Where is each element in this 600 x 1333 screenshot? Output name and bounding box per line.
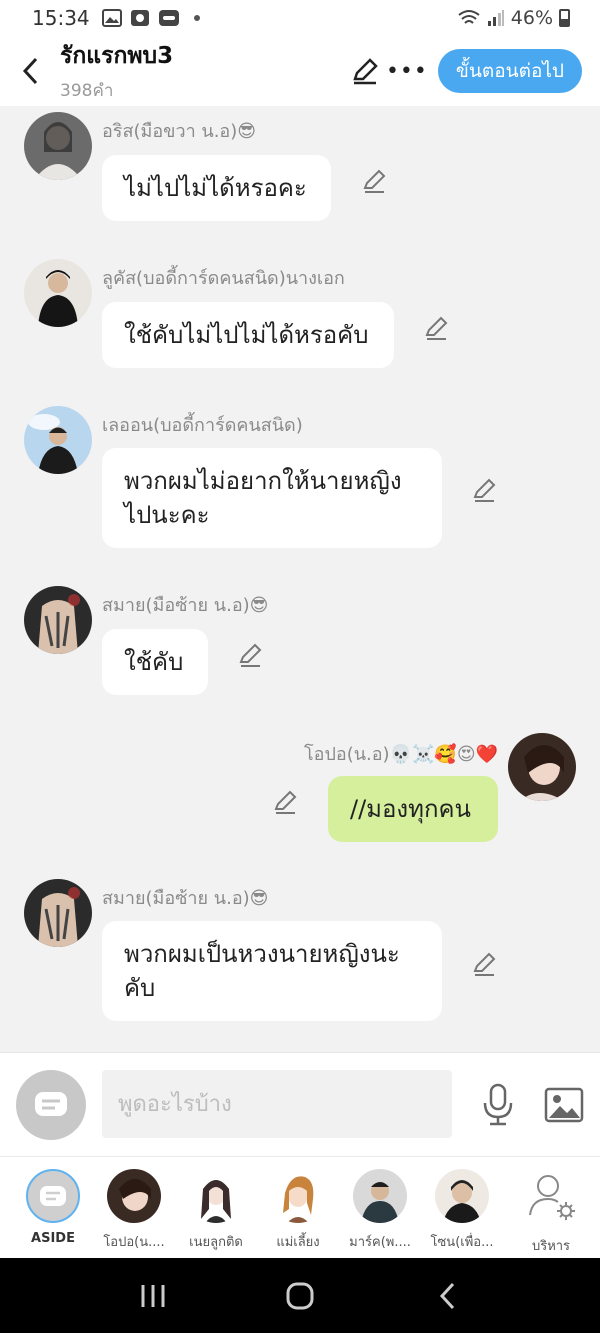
sender-name: สมาย(มือซ้าย น.อ)😎	[102, 595, 269, 616]
wifi-icon	[458, 10, 480, 24]
battery-percent: 46%	[510, 7, 553, 29]
avatar[interactable]	[24, 259, 92, 327]
character-item[interactable]: แม่เลี้ยง	[262, 1165, 334, 1252]
character-avatar	[271, 1169, 325, 1223]
image-upload-icon[interactable]	[544, 1085, 584, 1125]
avatar[interactable]	[24, 879, 92, 947]
edit-message-icon[interactable]	[472, 477, 498, 503]
character-item[interactable]: มาร์ค(พ....	[344, 1165, 416, 1252]
status-bar: 15:34 46%	[0, 0, 600, 36]
sender-name: โอปอ(น.อ)💀☠️🥰😍❤️	[303, 744, 498, 765]
character-name: โซน(เพื่อ...	[430, 1235, 494, 1250]
character-avatar	[435, 1169, 489, 1223]
edit-message-icon[interactable]	[238, 642, 264, 668]
manage-user-icon	[529, 1175, 575, 1220]
input-bar	[0, 1052, 600, 1156]
signal-icon	[487, 10, 504, 26]
sender-name: เลออน(บอดี้การ์ดคนสนิด)	[102, 415, 303, 436]
home-icon[interactable]	[270, 1266, 330, 1326]
camera-icon	[130, 10, 149, 26]
edit-message-icon[interactable]	[424, 315, 450, 341]
word-count: 398คำ	[60, 81, 114, 101]
avatar[interactable]	[24, 586, 92, 654]
lazada-icon	[158, 10, 179, 26]
status-right: 46%	[457, 7, 570, 29]
character-avatar	[353, 1169, 407, 1223]
character-name: โอปอ(น....	[103, 1235, 165, 1250]
message-bubble[interactable]: ใช้คับ	[102, 629, 208, 695]
avatar[interactable]	[508, 733, 576, 801]
character-name: แม่เลี้ยง	[276, 1235, 320, 1250]
chat-bubble-icon	[35, 1092, 67, 1116]
edit-message-icon[interactable]	[273, 789, 299, 815]
message-bubble[interactable]: //มองทุกคน	[328, 776, 498, 842]
system-nav-bar	[0, 1258, 600, 1333]
character-item[interactable]: โซน(เพื่อ...	[426, 1165, 498, 1252]
sender-name: อริส(มือขวา น.อ)😎	[102, 121, 257, 142]
character-name: เนยลูกติด	[189, 1235, 243, 1250]
manage-characters[interactable]: บริหาร	[515, 1165, 587, 1256]
battery-icon	[559, 9, 570, 27]
message-input[interactable]	[102, 1070, 452, 1138]
message-bubble[interactable]: พวกผมไม่อยากให้นายหญิงไปนะคะ	[102, 448, 442, 548]
character-bar: ASIDE โอปอ(น.... เนยลูกติด แม่เลี้ยง มาร…	[0, 1156, 600, 1258]
avatar[interactable]	[24, 406, 92, 474]
character-aside[interactable]: ASIDE	[17, 1165, 89, 1246]
recent-apps-icon[interactable]	[123, 1266, 183, 1326]
character-item[interactable]: โอปอ(น....	[98, 1165, 170, 1252]
sender-name: สมาย(มือซ้าย น.อ)😎	[102, 888, 269, 909]
system-back-icon[interactable]	[417, 1266, 477, 1326]
character-name: มาร์ค(พ....	[349, 1235, 411, 1250]
avatar[interactable]	[24, 112, 92, 180]
back-arrow-icon[interactable]	[0, 36, 60, 106]
story-title: รักแรกพบ3	[60, 43, 174, 69]
image-icon	[101, 9, 122, 27]
edit-message-icon[interactable]	[472, 951, 498, 977]
character-name: ASIDE	[31, 1231, 75, 1246]
aside-avatar	[26, 1169, 80, 1223]
character-item[interactable]: เนยลูกติด	[180, 1165, 252, 1252]
message-bubble[interactable]: พวกผมเป็นหวงนายหญิงนะคับ	[102, 921, 442, 1021]
chat-bubble-icon	[40, 1186, 66, 1206]
character-avatar	[189, 1169, 243, 1223]
chat-area[interactable]: อริส(มือขวา น.อ)😎 ไม่ไปไม่ได้หรอคะ ลูคัส…	[0, 106, 600, 1052]
next-step-button[interactable]: ขั้นตอนต่อไป	[437, 49, 582, 93]
chat-header: รักแรกพบ3 398คำ ••• ขั้นตอนต่อไป	[0, 36, 600, 106]
edit-message-icon[interactable]	[362, 168, 388, 194]
message-bubble[interactable]: ใช้คับไม่ไปไม่ได้หรอคับ	[102, 302, 394, 368]
more-options-icon[interactable]: •••	[386, 50, 428, 92]
status-notification-icons	[101, 9, 200, 27]
sender-name: ลูคัส(บอดี้การ์ดคนสนิด)นางเอก	[102, 268, 345, 289]
header-actions: ••• ขั้นตอนต่อไป	[344, 49, 600, 93]
aside-toggle-button[interactable]	[16, 1070, 86, 1140]
edit-pencil-icon[interactable]	[344, 50, 386, 92]
character-avatar	[107, 1169, 161, 1223]
message-bubble[interactable]: ไม่ไปไม่ได้หรอคะ	[102, 155, 331, 221]
title-block: รักแรกพบ3 398คำ	[60, 38, 173, 104]
notification-dot	[193, 15, 200, 21]
microphone-icon[interactable]	[478, 1083, 518, 1127]
character-name: บริหาร	[531, 1239, 571, 1254]
status-time: 15:34	[32, 6, 90, 30]
